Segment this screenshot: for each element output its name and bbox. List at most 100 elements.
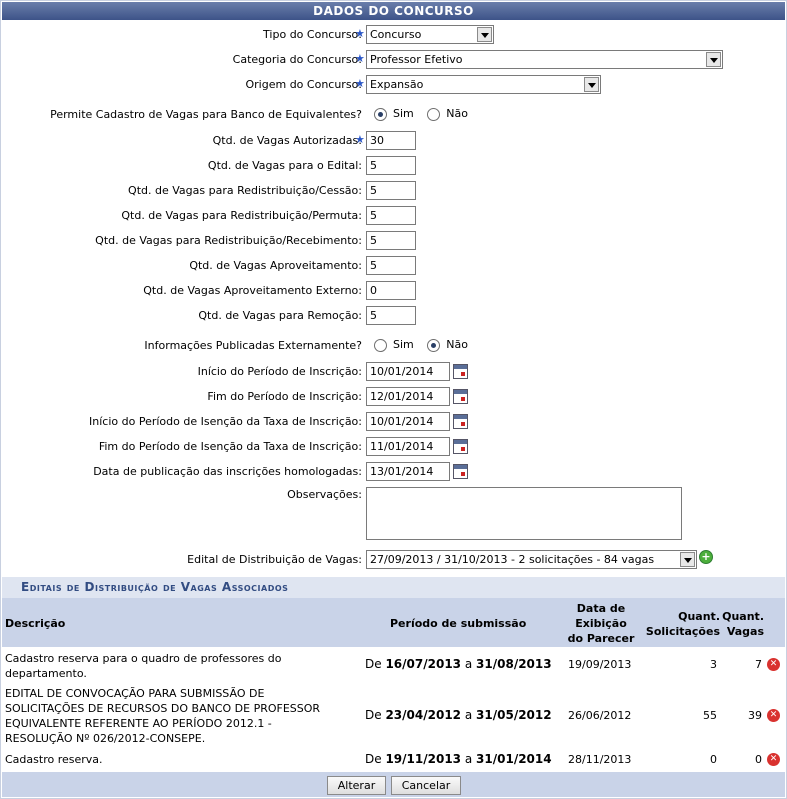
remove-icon[interactable]: ✕ (767, 658, 780, 671)
aproveitamento-input[interactable]: 5 (366, 256, 416, 275)
field-fim-isencao: Fim do Período de Isenção da Taxa de Ins… (0, 437, 787, 457)
asterisk-icon: ★ (355, 133, 365, 146)
col-vagas-line2: Vagas (726, 625, 764, 638)
permuta-label: Qtd. de Vagas para Redistribuição/Permut… (121, 209, 362, 222)
row-de: De (365, 708, 382, 722)
col-periodo: Período de submissão (390, 617, 527, 630)
row-descricao: EDITAL DE CONVOCAÇÃO PARA SUBMISSÃO DE S… (5, 686, 320, 746)
field-fim-inscricao: Fim do Período de Inscrição: 12/01/2014 (0, 387, 787, 407)
origem-value: Expansão (370, 78, 424, 91)
aprov-externo-input[interactable]: 0 (366, 281, 416, 300)
field-publicadas: Informações Publicadas Externamente? Sim… (0, 336, 787, 356)
aprov-externo-label: Qtd. de Vagas Aproveitamento Externo: (143, 284, 362, 297)
table-row: Cadastro reserva. De 19/11/2013 a 31/01/… (2, 750, 785, 770)
publicacao-label: Data de publicação das inscrições homolo… (93, 465, 362, 478)
radio-checked-icon[interactable] (374, 107, 387, 121)
categoria-select[interactable]: Professor Efetivo (366, 50, 723, 69)
col-exibicao: Data de Exibição do Parecer (562, 601, 640, 646)
row-a: a (464, 752, 473, 766)
row-descricao-line: Cadastro reserva. (5, 753, 103, 766)
field-remocao: Qtd. de Vagas para Remoção: 5 (0, 306, 787, 326)
row-periodo: De 16/07/2013 a 31/08/2013 (365, 657, 552, 671)
recebimento-input[interactable]: 5 (366, 231, 416, 250)
field-aprov-externo: Qtd. de Vagas Aproveitamento Externo: 0 (0, 281, 787, 301)
plus-icon[interactable]: + (699, 550, 713, 564)
calendar-icon[interactable] (453, 439, 468, 454)
banco-sim[interactable]: Sim (374, 107, 414, 121)
publicacao-input[interactable]: 13/01/2014 (366, 462, 450, 481)
inicio-inscricao-label: Início do Período de Inscrição: (197, 365, 362, 378)
field-aproveitamento: Qtd. de Vagas Aproveitamento: 5 (0, 256, 787, 276)
alterar-button[interactable]: Alterar (327, 776, 386, 795)
banco-nao-label: Não (446, 107, 468, 120)
table-header: Descrição Período de submissão Data de E… (2, 598, 785, 647)
observacoes-textarea[interactable] (366, 487, 682, 540)
col-solicitacoes: Quant. Solicitações (640, 609, 720, 639)
recebimento-label: Qtd. de Vagas para Redistribuição/Recebi… (95, 234, 362, 247)
col-descricao: Descrição (5, 617, 66, 630)
row-parecer: 26/06/2012 (568, 709, 632, 722)
inicio-isencao-input[interactable]: 10/01/2014 (366, 412, 450, 431)
row-descricao: Cadastro reserva. (5, 753, 103, 766)
autorizadas-label: Qtd. de Vagas Autorizadas: (212, 134, 362, 147)
cessao-input[interactable]: 5 (366, 181, 416, 200)
field-inicio-isencao: Início do Período de Isenção da Taxa de … (0, 412, 787, 432)
chevron-down-icon (477, 27, 492, 42)
field-tipo: Tipo do Concurso: ★ Concurso (0, 25, 787, 45)
remove-icon[interactable]: ✕ (767, 709, 780, 722)
row-periodo: De 19/11/2013 a 31/01/2014 (365, 752, 552, 766)
chevron-down-icon (706, 52, 721, 67)
remove-icon[interactable]: ✕ (767, 753, 780, 766)
tipo-value: Concurso (370, 28, 422, 41)
tipo-label: Tipo do Concurso: (263, 28, 362, 41)
field-cessao: Qtd. de Vagas para Redistribuição/Cessão… (0, 181, 787, 201)
calendar-icon[interactable] (453, 414, 468, 429)
edital-distrib-select[interactable]: 27/09/2013 / 31/10/2013 - 2 solicitações… (366, 550, 697, 569)
field-edital: Qtd. de Vagas para o Edital: 5 (0, 156, 787, 176)
row-fim: 31/01/2014 (476, 752, 552, 766)
inicio-isencao-label: Início do Período de Isenção da Taxa de … (89, 415, 362, 428)
field-recebimento: Qtd. de Vagas para Redistribuição/Recebi… (0, 231, 787, 251)
field-banco: Permite Cadastro de Vagas para Banco de … (0, 105, 787, 125)
origem-label: Origem do Concurso: (245, 78, 363, 91)
banco-nao[interactable]: Não (427, 107, 468, 121)
field-origem: Origem do Concurso: ★ Expansão (0, 75, 787, 95)
publicadas-radio-group: Sim Não (374, 338, 478, 352)
edital-input[interactable]: 5 (366, 156, 416, 175)
fim-inscricao-input[interactable]: 12/01/2014 (366, 387, 450, 406)
tipo-select[interactable]: Concurso (366, 25, 494, 44)
row-fim: 31/08/2013 (476, 657, 552, 671)
categoria-value: Professor Efetivo (370, 53, 463, 66)
radio-unchecked-icon[interactable] (374, 338, 387, 352)
origem-select[interactable]: Expansão (366, 75, 601, 94)
banco-sim-label: Sim (393, 107, 414, 120)
autorizadas-input[interactable]: 30 (366, 131, 416, 150)
row-inicio: 19/11/2013 (385, 752, 462, 766)
row-descricao-line: SOLICITAÇÕES DE RECURSOS DO BANCO DE PRO… (5, 702, 321, 715)
permuta-input[interactable]: 5 (366, 206, 416, 225)
aproveitamento-label: Qtd. de Vagas Aproveitamento: (189, 259, 362, 272)
publicadas-nao[interactable]: Não (427, 338, 468, 352)
table-row: EDITAL DE CONVOCAÇÃO PARA SUBMISSÃO DE S… (2, 685, 785, 748)
radio-unchecked-icon[interactable] (427, 107, 441, 121)
publicadas-label: Informações Publicadas Externamente? (144, 339, 362, 352)
calendar-icon[interactable] (453, 364, 468, 379)
asterisk-icon: ★ (355, 77, 365, 90)
remocao-input[interactable]: 5 (366, 306, 416, 325)
row-descricao-line: EQUIVALENTE REFERENTE AO PERÍODO 2012.1 … (5, 717, 272, 730)
row-parecer: 19/09/2013 (568, 658, 632, 671)
inicio-inscricao-input[interactable]: 10/01/2014 (366, 362, 450, 381)
field-permuta: Qtd. de Vagas para Redistribuição/Permut… (0, 206, 787, 226)
calendar-icon[interactable] (453, 389, 468, 404)
row-a: a (464, 657, 473, 671)
radio-checked-icon[interactable] (427, 338, 441, 352)
edital-distrib-value: 27/09/2013 / 31/10/2013 - 2 solicitações… (370, 553, 655, 566)
calendar-icon[interactable] (453, 464, 468, 479)
fim-isencao-input[interactable]: 11/01/2014 (366, 437, 450, 456)
fim-inscricao-label: Fim do Período de Inscrição: (207, 390, 362, 403)
chevron-down-icon (680, 552, 695, 567)
form-footer: Alterar Cancelar (2, 772, 785, 797)
publicadas-sim[interactable]: Sim (374, 338, 414, 352)
cancelar-button[interactable]: Cancelar (391, 776, 461, 795)
row-de: De (365, 752, 382, 766)
